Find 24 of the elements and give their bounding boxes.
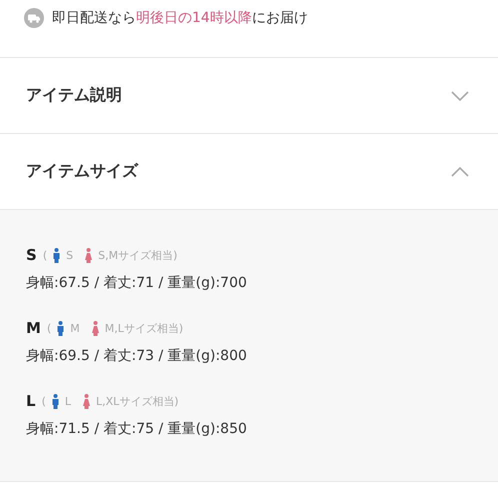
paren-text: ( — [46, 322, 52, 334]
women-size: M,Lサイズ相当) — [104, 320, 184, 336]
size-label: M — [26, 319, 41, 337]
man-icon — [52, 394, 59, 408]
woman-icon — [92, 320, 99, 336]
size-specs: 身幅:71.5 / 着丈:75 / 重量(g):850 — [26, 420, 248, 438]
women-size: S,Mサイズ相当) — [98, 248, 178, 262]
size-specs: 身幅:69.5 / 着丈:73 / 重量(g):800 — [26, 347, 248, 365]
men-size: M — [70, 322, 80, 334]
woman-icon — [85, 248, 92, 262]
man-icon — [53, 248, 60, 262]
women-size: L,XLサイズ相当) — [96, 394, 179, 408]
men-size: L — [64, 394, 71, 408]
accordion-header[interactable]: アイテム説明 — [0, 58, 498, 134]
paren-text: ( — [42, 248, 48, 262]
paren-text: ( — [42, 394, 46, 408]
delivery-text: 即日配送なら明後日の14時以降にお届け — [52, 9, 308, 28]
truck-icon — [24, 8, 44, 28]
woman-icon — [83, 394, 90, 408]
size-specs: 身幅:67.5 / 着丈:71 / 重量(g):700 — [26, 274, 248, 292]
size-label: L — [26, 392, 36, 410]
man-icon — [57, 320, 64, 336]
size-label: S — [26, 246, 37, 264]
men-size: S — [66, 248, 74, 262]
